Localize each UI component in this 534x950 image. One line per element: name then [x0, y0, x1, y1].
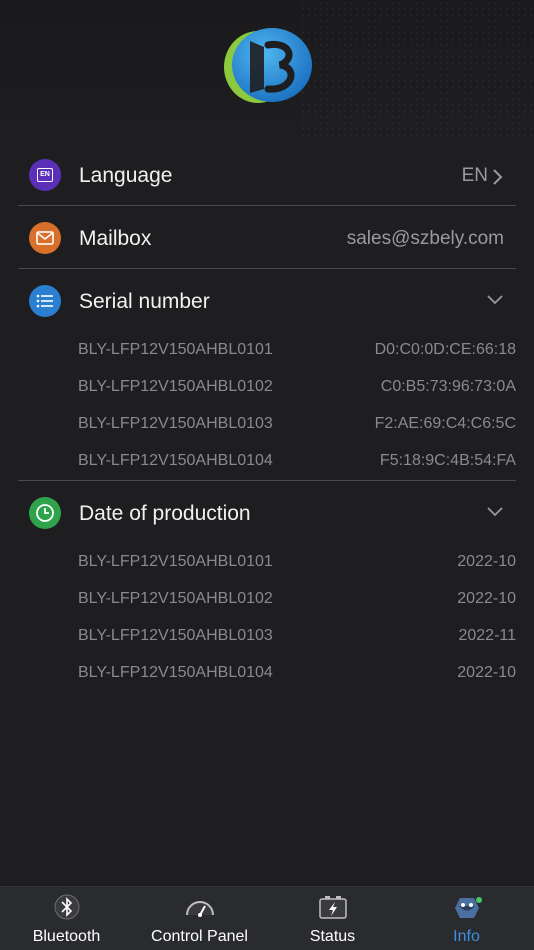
language-row[interactable]: EN Language EN — [0, 152, 534, 204]
list-item: BLY-LFP12V150AHBL0102 2022-10 — [0, 590, 534, 614]
tab-control-panel-label: Control Panel — [151, 928, 248, 945]
header — [0, 0, 534, 140]
tab-status-label: Status — [309, 928, 356, 945]
production-date-label: Date of production — [79, 502, 251, 525]
tab-info-label: Info — [453, 928, 480, 945]
tab-control-panel[interactable]: Control Panel — [133, 887, 266, 950]
list-item: BLY-LFP12V150AHBL0102 C0:B5:73:96:73:0A — [0, 378, 534, 402]
list-item: BLY-LFP12V150AHBL0103 F2:AE:69:C4:C6:5C — [0, 415, 534, 439]
divider — [18, 480, 516, 481]
divider — [18, 268, 516, 269]
serial-mac: C0:B5:73:96:73:0A — [380, 378, 516, 395]
language-label: Language — [79, 164, 173, 187]
serial-mac: D0:C0:0D:CE:66:18 — [374, 341, 516, 358]
tab-info[interactable]: Info — [399, 887, 534, 950]
production-date: 2022-10 — [457, 664, 516, 681]
tab-bluetooth[interactable]: Bluetooth — [0, 887, 133, 950]
mail-icon — [29, 222, 61, 254]
serial-name: BLY-LFP12V150AHBL0101 — [78, 341, 273, 358]
clock-icon — [29, 497, 61, 529]
serial-name: BLY-LFP12V150AHBL0103 — [78, 415, 273, 432]
brand-logo — [224, 28, 312, 103]
language-value: EN — [461, 165, 488, 186]
list-item: BLY-LFP12V150AHBL0103 2022-11 — [0, 627, 534, 651]
list-item: BLY-LFP12V150AHBL0101 D0:C0:0D:CE:66:18 — [0, 341, 534, 365]
production-date: 2022-10 — [457, 553, 516, 570]
serial-name: BLY-LFP12V150AHBL0104 — [78, 452, 273, 469]
bluetooth-icon — [54, 894, 79, 920]
header-texture — [300, 0, 534, 140]
tab-status[interactable]: Status — [266, 887, 399, 950]
battery-icon — [318, 896, 347, 919]
tab-bar: Bluetooth Control Panel Status Info — [0, 886, 534, 950]
production-name: BLY-LFP12V150AHBL0104 — [78, 664, 273, 681]
mailbox-row[interactable]: Mailbox sales@szbely.com — [0, 215, 534, 267]
list-item: BLY-LFP12V150AHBL0101 2022-10 — [0, 553, 534, 577]
info-robot-icon — [454, 897, 482, 918]
production-name: BLY-LFP12V150AHBL0102 — [78, 590, 273, 607]
chevron-down-icon[interactable] — [486, 506, 504, 518]
chevron-right-icon — [493, 169, 503, 185]
gauge-icon — [185, 901, 214, 917]
serial-number-label: Serial number — [79, 290, 210, 313]
production-date-row[interactable]: Date of production — [0, 490, 534, 542]
divider — [18, 205, 516, 206]
tab-bluetooth-label: Bluetooth — [32, 928, 101, 945]
chevron-down-icon[interactable] — [486, 294, 504, 306]
serial-mac: F2:AE:69:C4:C6:5C — [374, 415, 516, 432]
list-item: BLY-LFP12V150AHBL0104 2022-10 — [0, 664, 534, 688]
serial-number-row[interactable]: Serial number — [0, 278, 534, 330]
production-date: 2022-10 — [457, 590, 516, 607]
list-icon — [29, 285, 61, 317]
list-item: BLY-LFP12V150AHBL0104 F5:18:9C:4B:54:FA — [0, 452, 534, 476]
mailbox-value: sales@szbely.com — [346, 228, 504, 249]
production-name: BLY-LFP12V150AHBL0101 — [78, 553, 273, 570]
production-date: 2022-11 — [458, 627, 516, 644]
language-icon: EN — [29, 159, 61, 191]
serial-name: BLY-LFP12V150AHBL0102 — [78, 378, 273, 395]
production-name: BLY-LFP12V150AHBL0103 — [78, 627, 273, 644]
serial-mac: F5:18:9C:4B:54:FA — [379, 452, 516, 469]
mailbox-label: Mailbox — [79, 227, 152, 250]
